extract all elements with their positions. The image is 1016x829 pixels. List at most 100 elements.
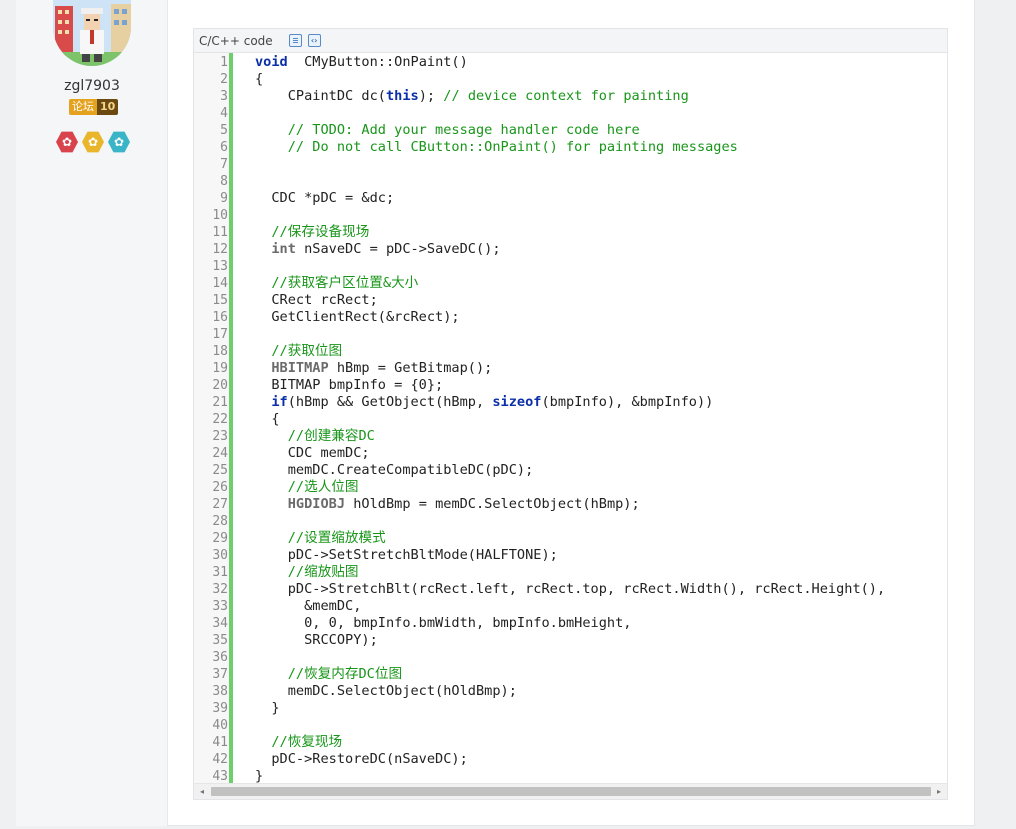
code-language-label: C/C++ code (199, 33, 273, 48)
code-token: // TODO: Add your message handler code h… (255, 122, 640, 138)
line-number: 6 (220, 140, 228, 155)
code-token: hBmp = GetBitmap(); (328, 360, 493, 376)
code-token: memDC.SelectObject(hOldBmp); (255, 683, 517, 699)
code-line: 10 (194, 207, 228, 224)
code-line: 8 (194, 173, 228, 190)
code-line: 2{ (194, 71, 263, 88)
code-line: 12 int nSaveDC = pDC->SaveDC(); (194, 241, 500, 258)
line-number: 26 (212, 480, 228, 495)
code-token: if (271, 394, 288, 410)
code-text: int nSaveDC = pDC->SaveDC(); (255, 241, 500, 258)
code-text: memDC.SelectObject(hOldBmp); (255, 683, 517, 700)
user-sidebar (16, 0, 168, 826)
code-text: //创建兼容DC (255, 428, 375, 445)
code-token: //设置缩放模式 (255, 530, 386, 546)
forum-badge-level: 10 (97, 99, 119, 115)
code-line: 29 //设置缩放模式 (194, 530, 385, 547)
code-token: (hBmp && GetObject(hBmp, (287, 394, 493, 410)
code-line: 7 (194, 156, 228, 173)
code-token: //保存设备现场 (255, 224, 370, 240)
code-token: sizeof (492, 394, 542, 410)
code-line: 31 //缩放贴图 (194, 564, 358, 581)
code-line: 34 0, 0, bmpInfo.bmWidth, bmpInfo.bmHeig… (194, 615, 631, 632)
code-token: CRect rcRect; (255, 292, 378, 308)
code-token: BITMAP bmpInfo = {0}; (255, 377, 444, 393)
line-number: 19 (212, 361, 228, 376)
code-block: C/C++ code ‹› 1 void CMyButton::OnPaint()… (193, 28, 948, 800)
line-number: 39 (212, 701, 228, 716)
code-token: //选人位图 (255, 479, 359, 495)
code-token: 0, 0, bmpInfo.bmWidth, bmpInfo.bmHeight, (255, 615, 632, 631)
code-text: if(hBmp && GetObject(hBmp, sizeof(bmpInf… (255, 394, 713, 411)
code-token: pDC->RestoreDC(nSaveDC); (255, 751, 468, 767)
scroll-right-arrow-icon[interactable]: ▸ (931, 784, 947, 799)
line-number: 22 (212, 412, 228, 427)
code-token: CPaintDC dc( (255, 88, 386, 104)
code-line: 43} (194, 768, 263, 784)
line-number: 10 (212, 208, 228, 223)
code-text: GetClientRect(&rcRect); (255, 309, 460, 326)
view-source-icon[interactable]: ‹› (307, 34, 321, 47)
code-token: { (255, 71, 264, 87)
code-line: 17 (194, 326, 228, 343)
flower-icon[interactable]: ✿ (56, 131, 78, 153)
username[interactable]: zgl7903 (16, 78, 168, 94)
line-number: 5 (220, 123, 228, 138)
line-number: 24 (212, 446, 228, 461)
flower-icon[interactable]: ✿ (108, 131, 130, 153)
code-line: 32 pDC->StretchBlt(rcRect.left, rcRect.t… (194, 581, 885, 598)
code-token: //创建兼容DC (255, 428, 375, 444)
code-line: 26 //选人位图 (194, 479, 358, 496)
code-line: 18 //获取位图 (194, 343, 342, 360)
code-text: CPaintDC dc(this); // device context for… (255, 88, 689, 105)
code-text: SRCCOPY); (255, 632, 378, 649)
code-token: memDC.CreateCompatibleDC(pDC); (255, 462, 534, 478)
code-text: //选人位图 (255, 479, 359, 496)
code-text: &memDC, (255, 598, 361, 615)
code-text: { (255, 71, 263, 88)
code-line: 4 (194, 105, 228, 122)
code-token: HGDIOBJ (287, 496, 346, 512)
scrollbar-thumb[interactable] (211, 787, 931, 796)
code-text: //保存设备现场 (255, 224, 369, 241)
code-text: pDC->StretchBlt(rcRect.left, rcRect.top,… (255, 581, 885, 598)
line-number: 27 (212, 497, 228, 512)
code-line: 28 (194, 513, 228, 530)
copy-icon[interactable] (288, 34, 302, 47)
scroll-left-arrow-icon[interactable]: ◂ (194, 784, 210, 799)
code-line: 14 //获取客户区位置&大小 (194, 275, 418, 292)
code-text: HGDIOBJ hOldBmp = memDC.SelectObject(hBm… (255, 496, 640, 513)
code-token: int (271, 241, 296, 257)
code-text: HBITMAP hBmp = GetBitmap(); (255, 360, 492, 377)
code-line: 15 CRect rcRect; (194, 292, 377, 309)
line-number: 21 (212, 395, 228, 410)
code-text: //获取位图 (255, 343, 342, 360)
code-token: //恢复内存DC位图 (255, 666, 403, 682)
code-text: pDC->SetStretchBltMode(HALFTONE); (255, 547, 558, 564)
code-token: GetClientRect(&rcRect); (255, 309, 460, 325)
code-line: 16 GetClientRect(&rcRect); (194, 309, 459, 326)
line-number: 16 (212, 310, 228, 325)
line-number: 23 (212, 429, 228, 444)
code-line: 5 // TODO: Add your message handler code… (194, 122, 639, 139)
code-line: 19 HBITMAP hBmp = GetBitmap(); (194, 360, 492, 377)
code-token: ); (418, 88, 444, 104)
code-token: CMyButton::OnPaint() (287, 54, 468, 70)
code-header: C/C++ code ‹› (194, 29, 947, 53)
line-number: 43 (212, 769, 228, 784)
code-token: // Do not call CButton::OnPaint() for pa… (255, 139, 738, 155)
code-token: CDC memDC; (255, 445, 370, 461)
code-line: 30 pDC->SetStretchBltMode(HALFTONE); (194, 547, 557, 564)
code-token: //获取客户区位置&大小 (255, 275, 419, 291)
code-line: 9 CDC *pDC = &dc; (194, 190, 394, 207)
horizontal-scrollbar[interactable]: ◂ ▸ (194, 783, 947, 799)
code-body[interactable]: 1 void CMyButton::OnPaint() 2{3 CPaintDC d… (194, 53, 947, 784)
line-number: 17 (212, 327, 228, 342)
line-number: 36 (212, 650, 228, 665)
flower-icon[interactable]: ✿ (82, 131, 104, 153)
code-token: pDC->StretchBlt(rcRect.left, rcRect.top,… (255, 581, 886, 597)
code-token: pDC->SetStretchBltMode(HALFTONE); (255, 547, 558, 563)
line-number: 35 (212, 633, 228, 648)
code-line: 20 BITMAP bmpInfo = {0}; (194, 377, 443, 394)
